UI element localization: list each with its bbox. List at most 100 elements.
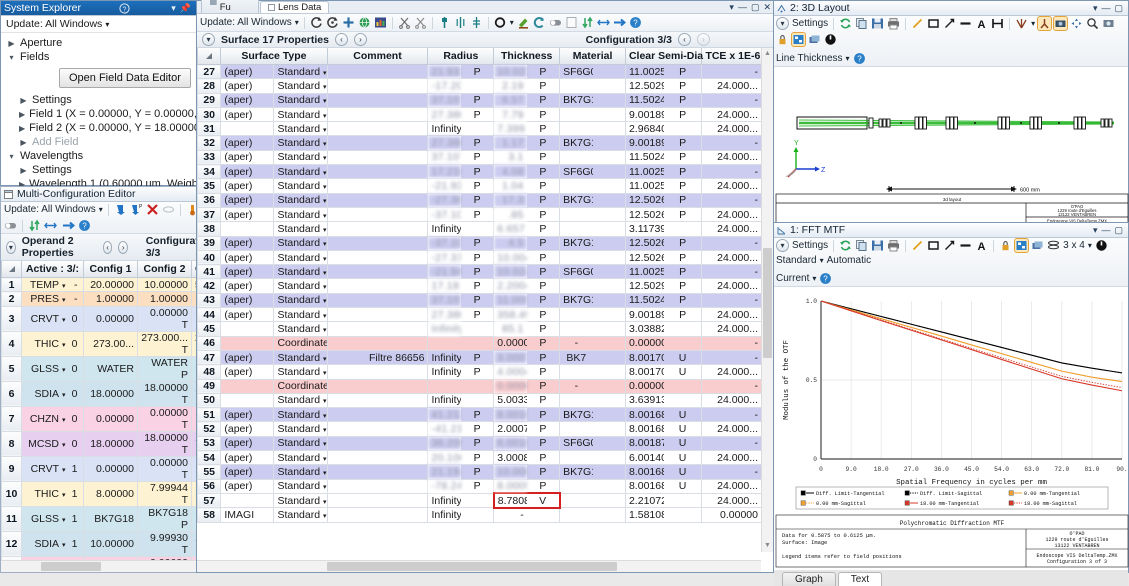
material-cell[interactable]: SF6G05 — [559, 435, 593, 452]
lock-icon[interactable] — [776, 33, 789, 46]
thickness-cell[interactable]: .85 — [493, 206, 527, 223]
radius-solve-flag[interactable]: P — [460, 307, 495, 323]
semi-diameter-cell[interactable]: 8.00170 — [624, 349, 664, 366]
thickness-cell[interactable]: 3.00084 — [493, 450, 527, 466]
material-solve-flag[interactable] — [592, 121, 626, 137]
tce-cell[interactable]: - — [701, 92, 762, 108]
material-cell[interactable] — [559, 507, 593, 523]
chevron-down-icon[interactable]: ▾ — [1088, 241, 1092, 250]
material-cell[interactable] — [559, 478, 593, 494]
radius-cell[interactable]: 27.38012 — [427, 106, 461, 123]
semi-diameter-cell[interactable]: 11.50242 — [624, 292, 664, 309]
refresh-cw-icon[interactable] — [310, 16, 323, 29]
maximize-icon[interactable]: ▢ — [751, 3, 760, 12]
lens-data-row[interactable]: 39(aper)Standard ▾-37.1089P4.5PBK7G1812.… — [197, 235, 762, 251]
config-1-cell[interactable]: 18.00000 — [83, 380, 138, 407]
arrow-right-icon[interactable] — [613, 16, 626, 29]
settings-expand-icon[interactable]: ▾ — [776, 17, 789, 30]
camera-view-icon[interactable] — [1053, 16, 1069, 31]
minimize-icon[interactable]: — — [1101, 225, 1110, 235]
radius-cell[interactable]: -27.3891 — [427, 192, 461, 208]
semi-diameter-cell[interactable]: 12.50263 — [624, 206, 664, 223]
expand-properties-icon[interactable]: ▾ — [6, 240, 16, 254]
thickness-cell[interactable]: 4.08 — [493, 164, 527, 180]
material-cell[interactable] — [559, 392, 593, 409]
material-cell[interactable] — [559, 149, 593, 166]
arrow-tool-icon[interactable] — [943, 239, 956, 252]
operand-cell[interactable]: MCSD ▾ 0 — [21, 430, 84, 457]
thickness-cell[interactable]: 5.00333 — [493, 392, 527, 409]
aperture-circle-icon[interactable] — [494, 16, 507, 29]
material-cell[interactable]: BK7G18 — [559, 407, 593, 423]
scroll-thumb-h[interactable] — [41, 562, 101, 571]
lens-data-row[interactable]: 51(aper)Standard ▾41.21287P8.00108PBK7G1… — [197, 407, 762, 423]
thickness-solve-flag[interactable]: P — [526, 63, 561, 80]
prev-config-button[interactable]: ‹ — [678, 33, 691, 46]
thickness-cell[interactable]: 17.3 — [493, 192, 527, 208]
radius-cell[interactable]: Infinity — [427, 507, 461, 523]
semi-diameter-solve-flag[interactable] — [663, 221, 703, 237]
tree-node-fields[interactable]: ▾ Fields — [1, 50, 196, 64]
thickness-solve-flag[interactable]: P — [526, 307, 561, 323]
semi-diameter-solve-flag[interactable] — [663, 121, 703, 137]
material-cell[interactable] — [559, 492, 593, 509]
dimension-tool-icon[interactable] — [991, 17, 1004, 30]
tab-lens-data[interactable]: Lens Data — [260, 1, 330, 13]
surface-type-cell[interactable]: Standard ▾ — [273, 507, 328, 523]
radius-cell[interactable]: -41.2128 — [427, 421, 461, 437]
radius-cell[interactable]: 37.10776 — [427, 292, 461, 309]
radius-cell[interactable]: -37.1089 — [427, 235, 461, 251]
radius-solve-flag[interactable]: P — [460, 178, 495, 194]
row-number[interactable]: 3 — [1, 305, 22, 332]
tce-cell[interactable]: - — [701, 292, 762, 309]
semi-diameter-cell[interactable]: 1.58108 — [624, 507, 664, 523]
row-number[interactable]: 31 — [197, 121, 222, 137]
expander-icon[interactable]: ▶ — [19, 166, 28, 175]
config-2-cell[interactable]: 7.99944 T — [137, 480, 192, 507]
thickness-solve-flag[interactable]: P — [526, 78, 561, 94]
semi-diameter-cell[interactable]: 2.96840 — [624, 121, 664, 137]
material-cell[interactable]: BK7G18 — [559, 92, 593, 108]
row-number[interactable]: 50 — [197, 392, 222, 409]
thickness-solve-flag[interactable]: P — [526, 364, 561, 380]
dropdown-icon[interactable]: ▾ — [1093, 225, 1098, 235]
surface-type-cell[interactable]: Standard ▾ — [273, 464, 328, 480]
dropdown-icon[interactable]: ▾ — [1093, 3, 1098, 13]
surface-type-cell[interactable]: Coordinate Break ▾ — [273, 378, 328, 394]
row-number[interactable]: 39 — [197, 235, 222, 251]
thickness-cell[interactable]: 10.00068 — [493, 464, 527, 480]
comment-cell[interactable] — [326, 292, 429, 309]
maximize-icon[interactable]: ▢ — [1114, 3, 1123, 13]
radius-cell[interactable]: 37.10776 — [427, 92, 461, 108]
tce-cell[interactable]: 24.000... — [701, 492, 762, 509]
lens-data-row[interactable]: 35(aper)Standard ▾-21.9396P1.04P11.00257… — [197, 178, 762, 194]
tab-graph[interactable]: Graph — [782, 572, 836, 586]
thickness-cell[interactable]: 8.00052 — [493, 478, 527, 494]
radius-solve-flag[interactable]: P — [460, 63, 495, 80]
grid-size-label[interactable]: 3 x 4 — [1063, 240, 1085, 251]
surface-type-cell[interactable]: Standard ▾ — [273, 292, 328, 309]
material-solve-flag[interactable] — [592, 78, 626, 94]
thickness-solve-flag[interactable]: P — [526, 164, 561, 180]
lens-data-row[interactable]: 33(aper)Standard ▾37.10776P3.1P11.50242P… — [197, 149, 762, 166]
thickness-solve-flag[interactable]: P — [526, 378, 561, 394]
minus-tool-icon[interactable] — [959, 17, 972, 30]
semi-diameter-cell[interactable]: 9.00189 — [624, 135, 664, 151]
fft-mtf-canvas[interactable]: 0 9.0 18.0 27.0 36.0 45.0 54.0 63.0 72.0 81.0 90. 0… — [774, 287, 1129, 570]
material-cell[interactable] — [559, 178, 593, 194]
material-solve-flag[interactable] — [592, 221, 626, 237]
radius-solve-flag[interactable]: P — [460, 478, 495, 494]
operand-cell[interactable]: CHZN ▾ 0 — [21, 405, 84, 432]
semi-diameter-cell[interactable]: 8.00168 — [624, 464, 664, 480]
tab-merit-function[interactable]: Merit Fu — [201, 0, 259, 13]
semi-diameter-cell[interactable]: 2.21072 — [624, 492, 664, 509]
semi-diameter-solve-flag[interactable]: U — [663, 478, 703, 494]
thickness-solve-flag[interactable]: P — [526, 335, 561, 351]
semi-diameter-solve-flag[interactable]: P — [663, 63, 703, 80]
row-number[interactable]: 4 — [1, 330, 22, 357]
scroll-up-icon[interactable]: ▲ — [762, 48, 773, 60]
comment-cell[interactable] — [326, 378, 429, 394]
row-number[interactable]: 27 — [197, 63, 222, 80]
current-label[interactable]: Current — [776, 273, 809, 284]
config-1-cell[interactable]: 0.00000 — [83, 405, 138, 432]
